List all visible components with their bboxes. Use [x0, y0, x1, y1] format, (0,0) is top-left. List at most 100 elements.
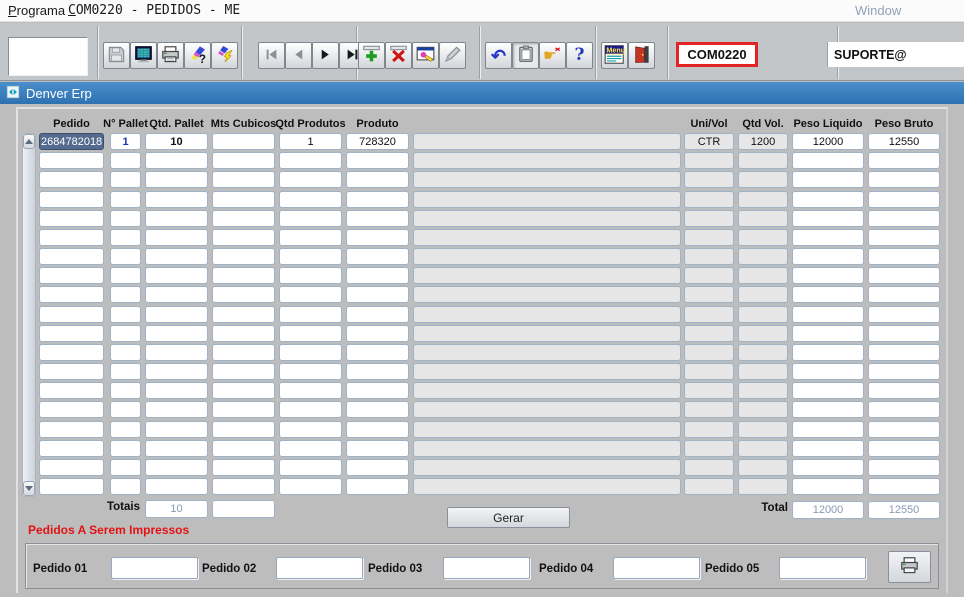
- cell-qtd_pallet[interactable]: [145, 152, 208, 169]
- cell-mts_cubicos[interactable]: [212, 286, 275, 303]
- cell-pedido[interactable]: [39, 306, 104, 323]
- cell-n_pallet[interactable]: [110, 382, 141, 399]
- cell-mts_cubicos[interactable]: [212, 459, 275, 476]
- cell-mts_cubicos[interactable]: [212, 401, 275, 418]
- cell-peso_bruto[interactable]: [868, 325, 940, 342]
- cell-n_pallet[interactable]: [110, 267, 141, 284]
- cell-produto[interactable]: [346, 152, 409, 169]
- cell-qtd_pallet[interactable]: [145, 401, 208, 418]
- cell-peso_liquido[interactable]: [792, 191, 864, 208]
- cell-pedido[interactable]: [39, 478, 104, 495]
- cell-mts_cubicos[interactable]: [212, 229, 275, 246]
- scroll-up-button[interactable]: [23, 134, 35, 149]
- cell-pedido[interactable]: [39, 248, 104, 265]
- cell-pedido[interactable]: [39, 325, 104, 342]
- cell-peso_liquido[interactable]: [792, 286, 864, 303]
- cell-produto[interactable]: [346, 306, 409, 323]
- cell-qtd_pallet[interactable]: [145, 267, 208, 284]
- cell-peso_liquido[interactable]: [792, 306, 864, 323]
- cell-peso_liquido[interactable]: [792, 363, 864, 380]
- cell-n_pallet[interactable]: [110, 401, 141, 418]
- cell-n_pallet[interactable]: [110, 459, 141, 476]
- cell-pedido[interactable]: [39, 401, 104, 418]
- delete-record-button[interactable]: [385, 42, 412, 69]
- cell-mts_cubicos[interactable]: [212, 191, 275, 208]
- cell-qtd_pallet[interactable]: [145, 306, 208, 323]
- cell-mts_cubicos[interactable]: [212, 133, 275, 150]
- cell-pedido[interactable]: [39, 286, 104, 303]
- hint-button[interactable]: ?: [184, 42, 211, 69]
- cell-produto[interactable]: [346, 478, 409, 495]
- cell-produto[interactable]: [346, 401, 409, 418]
- cell-n_pallet[interactable]: [110, 306, 141, 323]
- print-pedidos-button[interactable]: [888, 551, 931, 583]
- cell-n_pallet[interactable]: [110, 286, 141, 303]
- pedido-05-input[interactable]: [779, 557, 866, 579]
- cell-qtd_pallet[interactable]: [145, 478, 208, 495]
- cell-mts_cubicos[interactable]: [212, 171, 275, 188]
- cell-qtd_pallet[interactable]: [145, 363, 208, 380]
- gerar-button[interactable]: Gerar: [447, 507, 570, 528]
- cell-produto[interactable]: 728320: [346, 133, 409, 150]
- cell-peso_bruto[interactable]: [868, 210, 940, 227]
- exit-button[interactable]: [628, 42, 655, 69]
- cell-peso_bruto[interactable]: [868, 401, 940, 418]
- cell-pedido[interactable]: [39, 191, 104, 208]
- cell-produto[interactable]: [346, 325, 409, 342]
- cell-n_pallet[interactable]: 1: [110, 133, 141, 150]
- cell-qtd_pallet[interactable]: [145, 210, 208, 227]
- cell-pedido[interactable]: [39, 363, 104, 380]
- pedido-01-input[interactable]: [111, 557, 198, 579]
- cell-mts_cubicos[interactable]: [212, 325, 275, 342]
- cell-peso_bruto[interactable]: [868, 248, 940, 265]
- cell-peso_liquido[interactable]: [792, 382, 864, 399]
- cell-qtd_pallet[interactable]: [145, 382, 208, 399]
- cell-qtd_produtos[interactable]: 1: [279, 133, 342, 150]
- cell-produto[interactable]: [346, 248, 409, 265]
- cell-pedido[interactable]: [39, 459, 104, 476]
- cell-n_pallet[interactable]: [110, 421, 141, 438]
- pedido-02-input[interactable]: [276, 557, 363, 579]
- cell-qtd_produtos[interactable]: [279, 478, 342, 495]
- cell-n_pallet[interactable]: [110, 440, 141, 457]
- cell-pedido[interactable]: [39, 440, 104, 457]
- cell-peso_liquido[interactable]: [792, 325, 864, 342]
- nav-next-button[interactable]: [312, 42, 339, 69]
- display-button[interactable]: [130, 42, 157, 69]
- cell-qtd_pallet[interactable]: [145, 171, 208, 188]
- cell-pedido[interactable]: [39, 382, 104, 399]
- cell-produto[interactable]: [346, 267, 409, 284]
- cell-qtd_pallet[interactable]: [145, 440, 208, 457]
- paste-button[interactable]: [512, 42, 539, 69]
- cell-peso_bruto[interactable]: [868, 344, 940, 361]
- cell-mts_cubicos[interactable]: [212, 267, 275, 284]
- cell-qtd_pallet[interactable]: [145, 229, 208, 246]
- cell-n_pallet[interactable]: [110, 363, 141, 380]
- cell-qtd_produtos[interactable]: [279, 440, 342, 457]
- cell-produto[interactable]: [346, 363, 409, 380]
- cell-n_pallet[interactable]: [110, 478, 141, 495]
- cell-qtd_pallet[interactable]: [145, 344, 208, 361]
- cell-produto[interactable]: [346, 286, 409, 303]
- cell-mts_cubicos[interactable]: [212, 363, 275, 380]
- cell-peso_bruto[interactable]: [868, 306, 940, 323]
- cell-produto[interactable]: [346, 210, 409, 227]
- cell-produto[interactable]: [346, 382, 409, 399]
- cell-pedido[interactable]: 2684782018: [39, 133, 104, 150]
- cell-peso_liquido[interactable]: [792, 401, 864, 418]
- cell-qtd_pallet[interactable]: 10: [145, 133, 208, 150]
- cell-peso_liquido[interactable]: [792, 171, 864, 188]
- cell-n_pallet[interactable]: [110, 248, 141, 265]
- cell-mts_cubicos[interactable]: [212, 152, 275, 169]
- cell-peso_liquido[interactable]: [792, 210, 864, 227]
- cell-qtd_produtos[interactable]: [279, 171, 342, 188]
- cell-qtd_pallet[interactable]: [145, 191, 208, 208]
- cell-peso_bruto[interactable]: [868, 421, 940, 438]
- cell-pedido[interactable]: [39, 152, 104, 169]
- cell-qtd_pallet[interactable]: [145, 286, 208, 303]
- cell-qtd_pallet[interactable]: [145, 248, 208, 265]
- browse-button[interactable]: [412, 42, 439, 69]
- cell-peso_bruto[interactable]: [868, 229, 940, 246]
- cell-qtd_produtos[interactable]: [279, 401, 342, 418]
- cell-qtd_produtos[interactable]: [279, 210, 342, 227]
